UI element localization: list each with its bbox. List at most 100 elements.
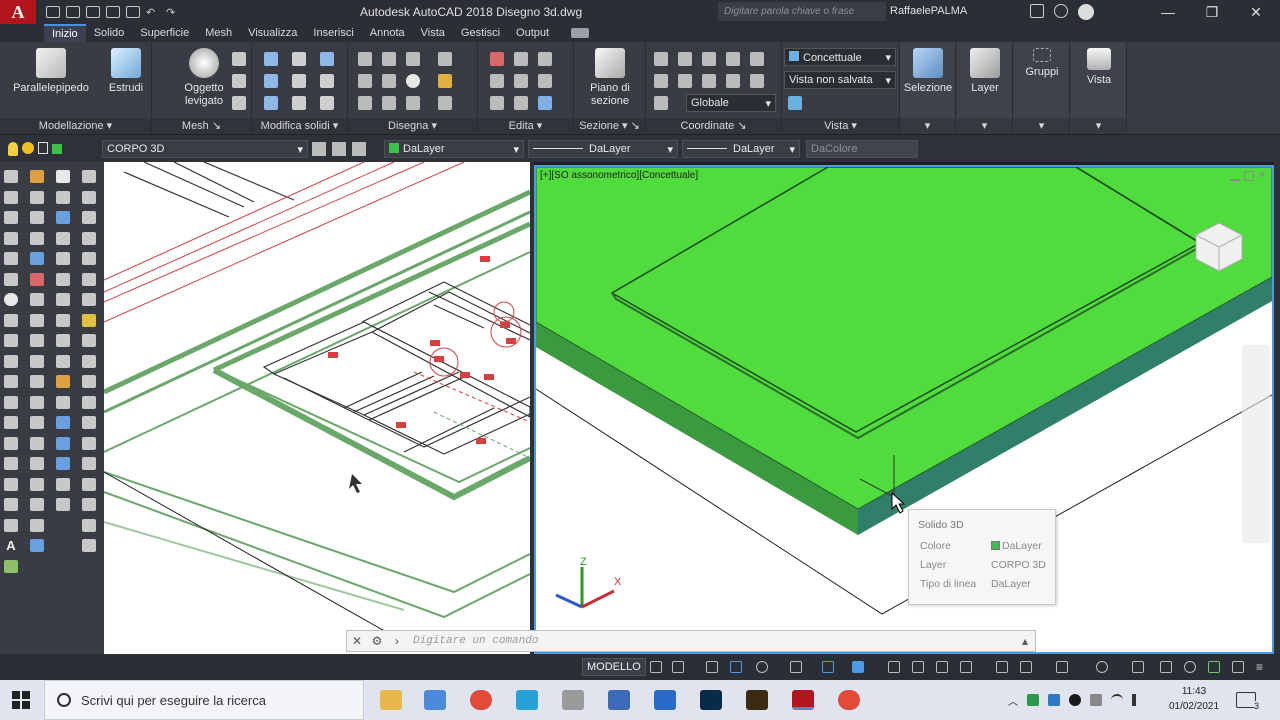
- photoshop-icon[interactable]: [700, 690, 722, 710]
- spline-icon[interactable]: [4, 334, 18, 347]
- panel-title-edita[interactable]: Edita ▾: [478, 118, 573, 134]
- render-icon[interactable]: [56, 498, 70, 511]
- dynamic-ucs-icon[interactable]: [996, 661, 1008, 673]
- windows-start-icon[interactable]: [12, 691, 30, 709]
- quick-select-icon[interactable]: [56, 211, 70, 224]
- snap-icon[interactable]: [672, 661, 684, 673]
- inspect-icon[interactable]: [82, 436, 96, 450]
- interfere-icon[interactable]: [264, 74, 278, 88]
- panel-title-mesh[interactable]: Mesh ↘: [152, 118, 251, 134]
- quick-dim-icon[interactable]: [82, 334, 96, 347]
- separate-icon[interactable]: [320, 96, 334, 110]
- rectangle-icon[interactable]: [4, 252, 18, 265]
- new-file-icon[interactable]: [46, 6, 60, 18]
- intersect-icon[interactable]: [320, 52, 334, 66]
- linetype-select[interactable]: DaLayer ▾: [528, 140, 678, 158]
- mesh-tool-icon[interactable]: [232, 96, 246, 110]
- stretch-icon[interactable]: [538, 52, 552, 66]
- ribbon-options-icon[interactable]: [571, 28, 590, 38]
- lineweight-icon[interactable]: [888, 661, 900, 673]
- viewport-controls[interactable]: ✕: [1230, 171, 1268, 181]
- gizmo-icon[interactable]: [1056, 661, 1068, 673]
- open-file-icon[interactable]: [66, 6, 80, 18]
- join-icon[interactable]: [30, 416, 44, 429]
- wifi-icon[interactable]: [1111, 694, 1123, 706]
- osnap-icon[interactable]: [852, 661, 864, 673]
- panel-title-sezione[interactable]: Sezione ▾ ↘: [574, 118, 645, 134]
- user-account[interactable]: RaffaelePALMA: [890, 5, 967, 17]
- panel-title-vista[interactable]: Vista ▾: [782, 118, 899, 134]
- tolerance-icon[interactable]: [82, 395, 96, 409]
- extract-edges-icon[interactable]: [264, 96, 278, 110]
- mesh-tool-icon[interactable]: [232, 52, 246, 66]
- help-search-input[interactable]: Digitare parola chiave o frase: [718, 2, 886, 21]
- tab-vista[interactable]: Vista: [413, 25, 453, 41]
- save-as-icon[interactable]: [106, 6, 120, 18]
- restore-button[interactable]: ❐: [1190, 0, 1234, 24]
- panel-vista-expand[interactable]: ▾: [1071, 118, 1126, 134]
- customization-menu-icon[interactable]: ≡: [1256, 660, 1263, 674]
- visual-style-select[interactable]: Concettuale ▾: [784, 48, 896, 66]
- viewport-config-icon[interactable]: [788, 96, 802, 110]
- isolate-objects-icon[interactable]: [1184, 661, 1196, 673]
- tab-superficie[interactable]: Superficie: [132, 25, 197, 41]
- table-icon[interactable]: [4, 518, 18, 532]
- transparency-icon[interactable]: [912, 661, 924, 673]
- sun-icon[interactable]: [22, 142, 34, 154]
- copy-icon[interactable]: [514, 52, 528, 66]
- slice-icon[interactable]: [292, 74, 306, 88]
- help-icon[interactable]: [1078, 4, 1094, 20]
- vista-button[interactable]: Vista: [1073, 48, 1125, 87]
- aligned-dim-icon[interactable]: [82, 190, 96, 204]
- stretch-icon[interactable]: [30, 334, 44, 347]
- close-icon[interactable]: ✕: [347, 631, 367, 651]
- panel-gruppi-expand[interactable]: ▾: [1014, 118, 1069, 134]
- autocad-taskbar-icon[interactable]: [792, 690, 814, 710]
- mesh-tool-icon[interactable]: [232, 74, 246, 88]
- move-icon[interactable]: [30, 272, 44, 286]
- arc-length-icon[interactable]: [82, 211, 96, 224]
- tray-app-icon[interactable]: [1090, 694, 1102, 706]
- fillet-icon[interactable]: [538, 74, 552, 88]
- selection-filter-icon[interactable]: [1020, 661, 1032, 673]
- break-icon[interactable]: [30, 395, 44, 409]
- insert-block-icon[interactable]: [4, 395, 18, 409]
- ordinate-dim-icon[interactable]: [82, 231, 96, 245]
- match-properties-icon[interactable]: [56, 190, 70, 204]
- tab-visualizza[interactable]: Visualizza: [240, 25, 305, 41]
- object-snap-tracking-icon[interactable]: [822, 661, 834, 673]
- redo-icon[interactable]: ↷: [166, 6, 180, 19]
- tab-mesh[interactable]: Mesh: [197, 25, 240, 41]
- jogged-dim-icon[interactable]: [82, 272, 96, 286]
- viewport-right[interactable]: Z X [+][SO assonometrico][Concettuale] ✕: [534, 165, 1274, 654]
- minimize-button[interactable]: —: [1146, 0, 1190, 24]
- tray-app-icon[interactable]: [1048, 694, 1060, 706]
- hardware-acceleration-icon[interactable]: [1208, 661, 1220, 673]
- ucs-icon[interactable]: [654, 52, 668, 66]
- selection-cycling-icon[interactable]: [936, 661, 948, 673]
- panel-title-modellazione[interactable]: Modellazione ▾: [0, 118, 151, 134]
- continue-dim-icon[interactable]: [82, 375, 96, 388]
- tab-annota[interactable]: Annota: [362, 25, 413, 41]
- parallelepipedo-button[interactable]: Parallelepipedo: [10, 48, 92, 95]
- union-icon[interactable]: [30, 539, 44, 552]
- xline-icon[interactable]: [4, 190, 18, 204]
- piano-sezione-button[interactable]: Piano di sezione: [582, 48, 638, 108]
- polygon-icon[interactable]: [4, 231, 18, 245]
- external-ref-icon[interactable]: [56, 354, 70, 368]
- lightbulb-icon[interactable]: [56, 375, 70, 388]
- pan-icon[interactable]: [56, 477, 70, 491]
- spline-icon[interactable]: [382, 52, 396, 66]
- model-space-button[interactable]: MODELLO: [582, 658, 646, 676]
- 3d-osnap-icon[interactable]: [960, 661, 972, 673]
- oggetto-levigato-button[interactable]: Oggetto levigato: [182, 48, 226, 108]
- line-diagonal-icon[interactable]: [382, 74, 396, 88]
- annotation-monitor-icon[interactable]: [1132, 661, 1144, 673]
- revcloud-icon[interactable]: [4, 313, 18, 327]
- panel-title-disegna[interactable]: Disegna ▾: [348, 118, 477, 134]
- a360-icon[interactable]: [1054, 4, 1068, 18]
- thicken-icon[interactable]: [320, 74, 334, 88]
- hatch-icon[interactable]: [4, 457, 18, 470]
- polar-icon[interactable]: [756, 661, 768, 673]
- clean-screen-icon[interactable]: [1232, 661, 1244, 673]
